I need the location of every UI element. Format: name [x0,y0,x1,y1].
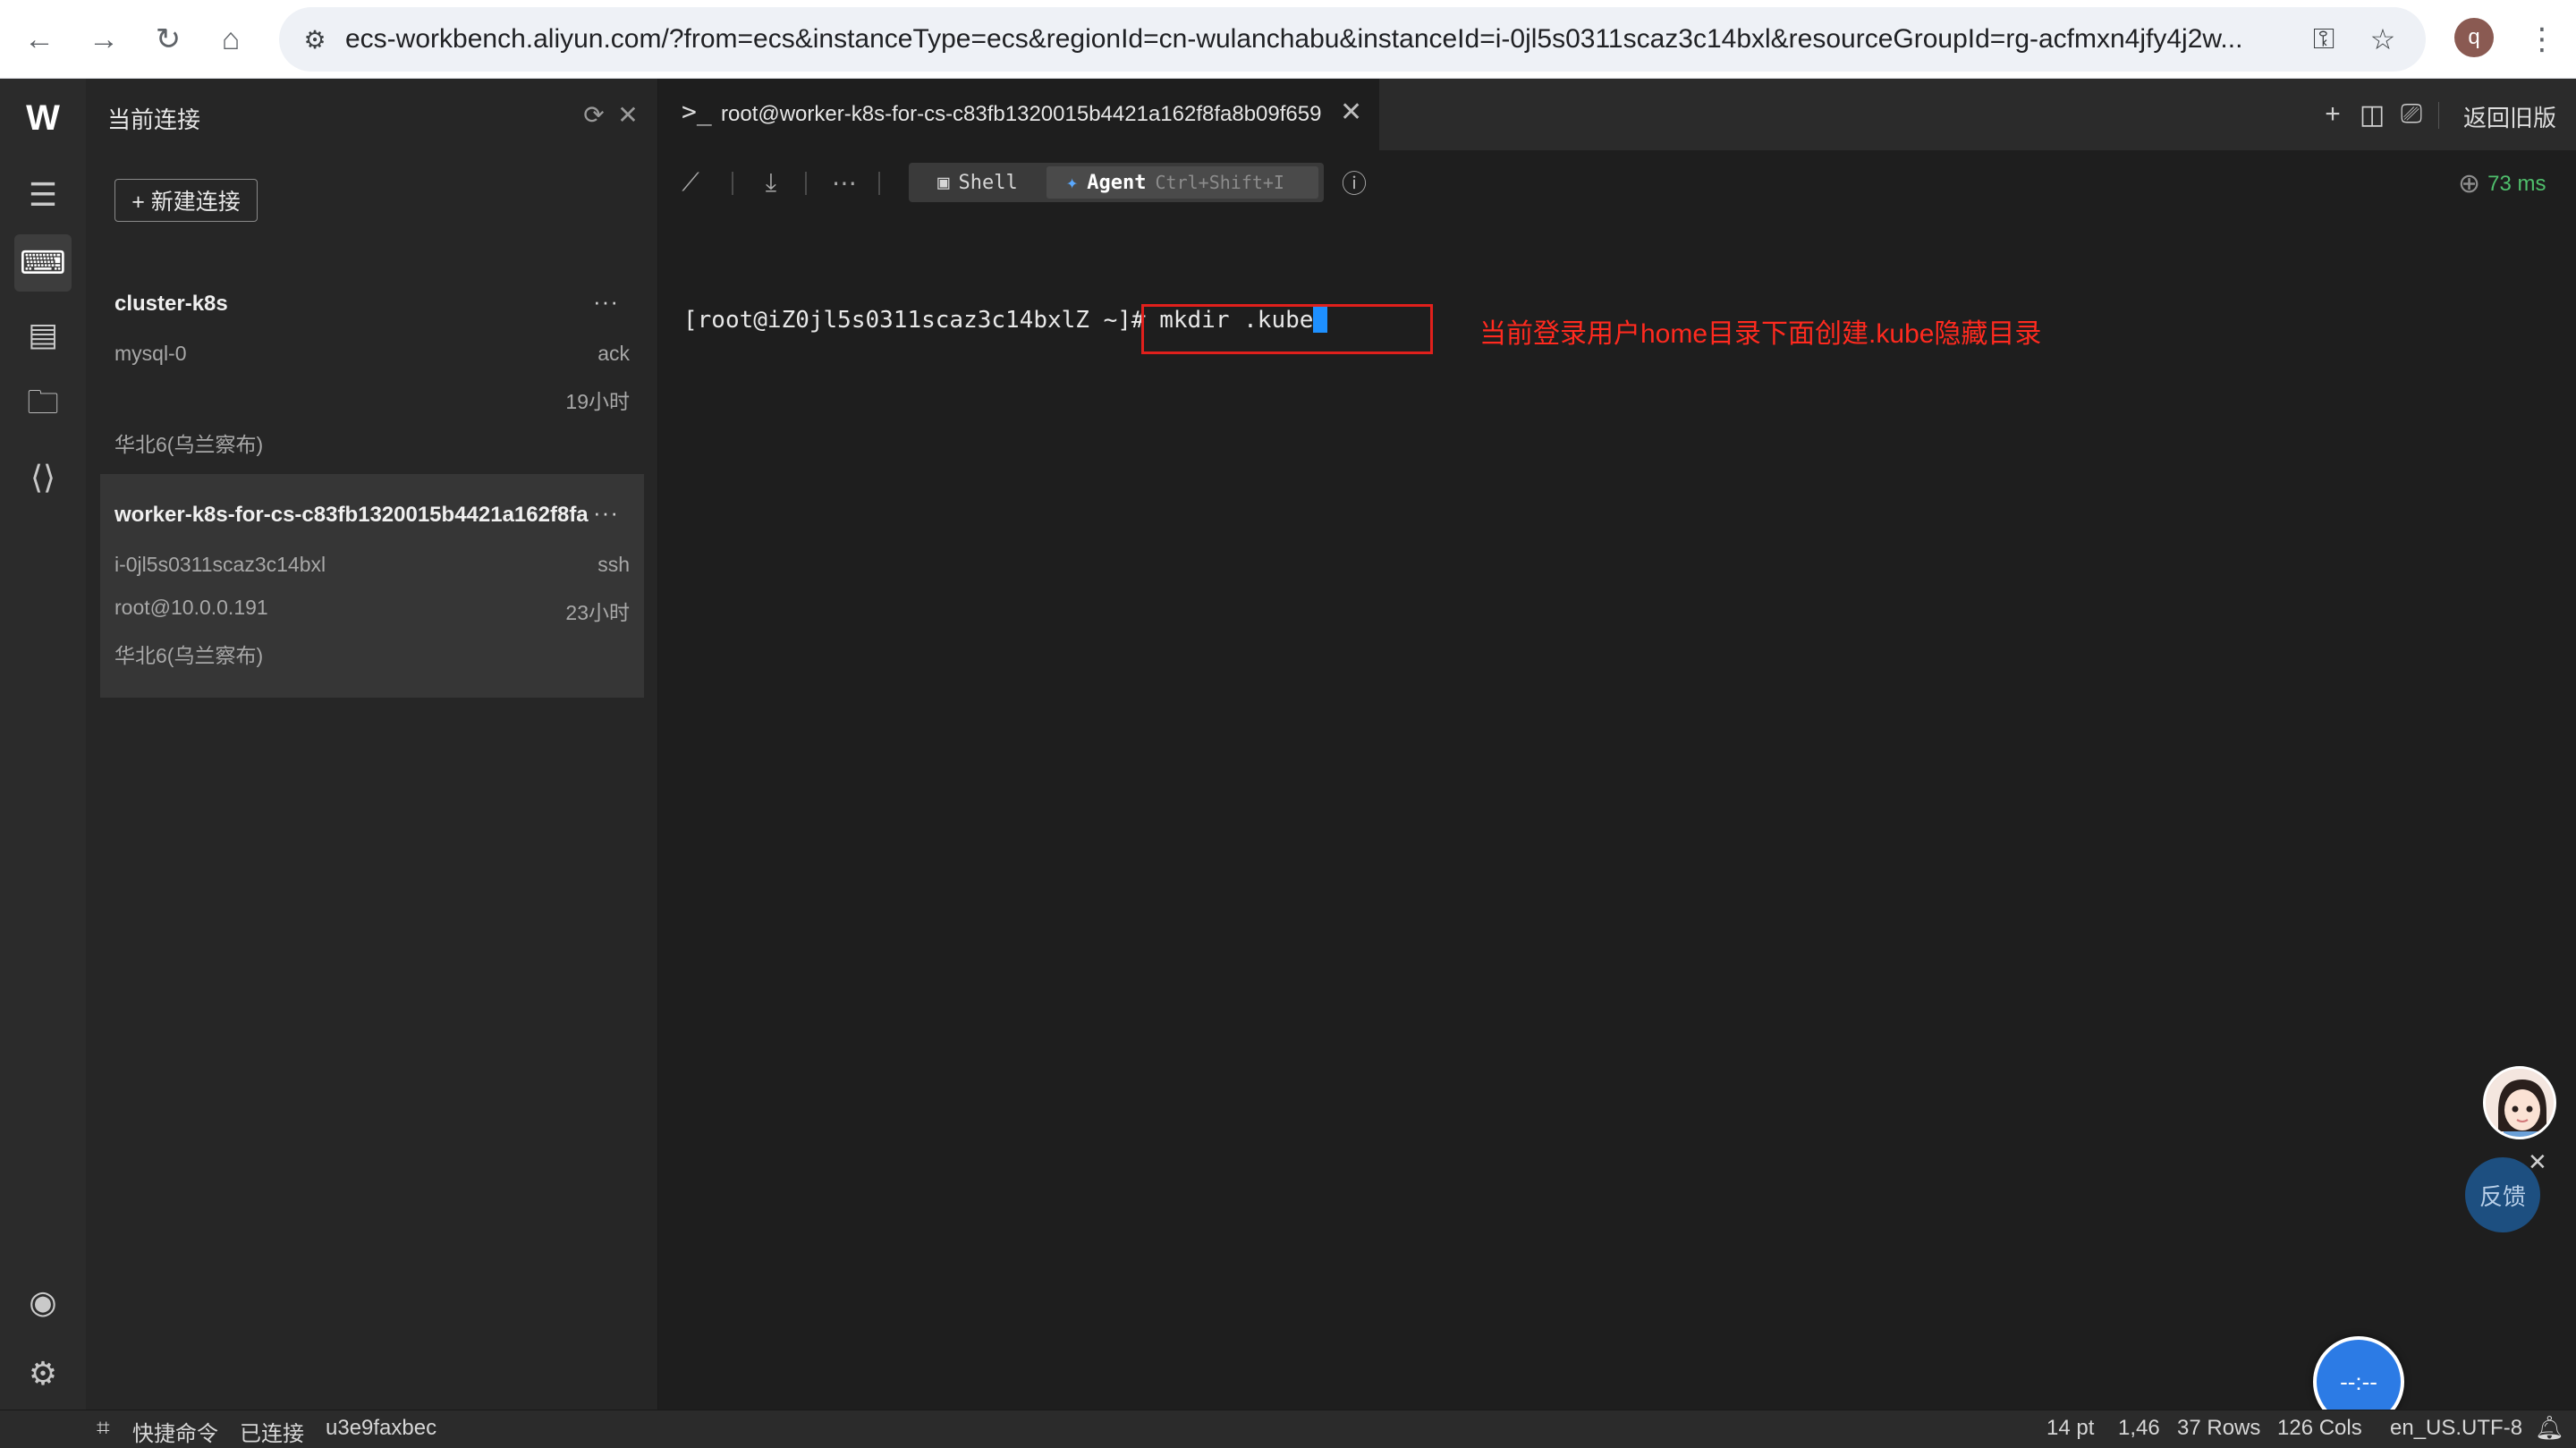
add-tab-icon[interactable]: + [2313,95,2352,134]
connection-user-ip: root@10.0.0.191 [114,596,268,619]
user-icon[interactable]: ◉ [14,1274,72,1331]
connection-name[interactable]: cluster-k8s [114,292,589,317]
tab-title[interactable]: root@worker-k8s-for-cs-c83fb1320015b4421… [721,102,1321,127]
agent-mode-button[interactable]: ✦ Agent Ctrl+Shift+I [1046,166,1318,199]
shell-mode-button[interactable]: ▣ Shell [909,163,1046,202]
connection-group-active[interactable]: worker-k8s-for-cs-c83fb1320015b4421a162f… [100,474,644,698]
instances-icon[interactable]: ▤ [14,306,72,363]
connection-region: 华北6(乌兰察布) [114,644,264,667]
code-icon[interactable]: ⟨⟩ [14,449,72,506]
connections-panel: 当前连接 ⟳ ✕ + 新建连接 cluster-k8s ··· mysql-0 … [86,79,658,1410]
menu-icon[interactable]: ☰ [14,166,72,224]
reload-icon[interactable]: ↻ [141,13,195,66]
profile-avatar[interactable]: q [2454,18,2494,57]
connection-status: 已连接 [240,1422,304,1446]
main-area: >_ root@worker-k8s-for-cs-c83fb1320015b4… [658,79,2576,1410]
home-icon[interactable]: ⌂ [204,13,258,66]
cursor-position: 1,46 [2118,1416,2160,1440]
terminal-icon[interactable]: ⌨ [14,234,72,292]
terminal-prompt-icon: >_ [682,97,712,126]
forward-icon[interactable]: → [77,13,131,66]
broadcast-icon[interactable]: ⎚ [2392,95,2431,134]
connection-region: 华北6(乌兰察布) [114,433,264,456]
connection-detail: mysql-0 [114,342,187,365]
annotation-text: 当前登录用户home目录下面创建.kube隐藏目录 [1479,319,2042,349]
quick-commands-button[interactable]: 快捷命令 [132,1416,218,1447]
quick-command-icon[interactable]: ⌗ [97,1414,110,1443]
agent-sparkle-icon: ✦ [1066,171,1079,194]
split-view-icon[interactable]: ◫ [2352,95,2392,134]
highlight-box [1141,304,1433,354]
terminal-toolbar: ⟋ ⤓ ⋯ ▣ Shell ✦ Agent Ctrl+Shift+I ⓘ ⊕ 7… [658,150,2576,215]
refresh-icon[interactable]: ⟳ [576,97,612,132]
terminal-output[interactable]: [root@iZ0jl5s0311scaz3c14bxlZ ~]# mkdir … [658,215,2576,1410]
browser-chrome: ← → ↻ ⌂ ⚙ ecs-workbench.aliyun.com/?from… [0,0,2576,79]
divider [732,172,733,195]
notification-bell-icon[interactable]: 🔔︎ [2535,1414,2564,1442]
globe-icon: ⊕ [2458,169,2481,199]
mode-toggle: ▣ Shell ✦ Agent Ctrl+Shift+I [909,163,1324,202]
locale[interactable]: en_US.UTF-8 [2390,1416,2522,1441]
latency-indicator: ⊕ 73 ms [2458,168,2546,199]
key-icon[interactable]: ⚿ [2304,20,2343,59]
more-icon[interactable]: ⋯ [825,163,864,202]
more-options-icon[interactable]: ··· [593,288,619,316]
latency-value: 73 ms [2487,171,2546,196]
monitor-chart-icon[interactable]: ⟋ [671,163,710,202]
browser-menu-icon[interactable]: ⋮ [2522,13,2562,66]
tab-bar: >_ root@worker-k8s-for-cs-c83fb1320015b4… [658,79,2576,150]
divider [805,172,807,195]
back-icon[interactable]: ← [13,13,66,66]
terminal-prompt: [root@iZ0jl5s0311scaz3c14bxlZ ~]# [683,307,1160,334]
connection-type: ack [597,342,630,365]
panel-title: 当前连接 [107,106,201,133]
new-connection-button[interactable]: + 新建连接 [114,179,258,222]
instance-id: i-0jl5s0311scaz3c14bxl [114,553,326,576]
assistant-avatar[interactable] [2483,1066,2556,1139]
help-icon[interactable]: ⓘ [1335,163,1374,202]
shell-label: Shell [958,171,1018,194]
session-id: u3e9faxbec [326,1416,437,1440]
more-options-icon[interactable]: ··· [593,499,619,527]
bookmark-star-icon[interactable]: ☆ [2363,20,2402,59]
close-feedback-icon[interactable]: ✕ [2528,1148,2547,1176]
close-panel-icon[interactable]: ✕ [610,97,646,132]
connection-name[interactable]: worker-k8s-for-cs-c83fb1320015b4421a162f… [114,503,589,528]
agent-label: Agent [1087,171,1147,194]
connection-time: 19小时 [565,390,630,413]
rows-count: 37 Rows [2177,1416,2261,1440]
download-icon[interactable]: ⤓ [751,163,791,202]
agent-shortcut: Ctrl+Shift+I [1155,172,1284,193]
url-text[interactable]: ecs-workbench.aliyun.com/?from=ecs&insta… [345,7,2313,72]
connection-time: 23小时 [565,601,630,624]
cols-count: 126 Cols [2277,1416,2362,1440]
status-bar: ⌗ 快捷命令 已连接 u3e9faxbec 14 pt 1,46 37 Rows… [0,1410,2576,1448]
icon-rail: W ☰ ⌨ ▤ 🗀 ⟨⟩ ◉ ⚙ [0,79,86,1410]
tab-terminal[interactable]: >_ root@worker-k8s-for-cs-c83fb1320015b4… [658,79,1379,150]
shell-icon: ▣ [937,171,950,194]
divider [2438,102,2439,129]
site-settings-icon[interactable]: ⚙ [295,20,335,59]
folder-icon[interactable]: 🗀 [14,377,72,435]
address-bar[interactable]: ⚙ ecs-workbench.aliyun.com/?from=ecs&ins… [279,7,2426,72]
return-old-version-link[interactable]: 返回旧版 [2463,100,2556,133]
settings-gear-icon[interactable]: ⚙ [14,1345,72,1402]
workbench-logo: W [26,98,60,138]
close-tab-icon[interactable]: ✕ [1340,97,1362,128]
connection-type: ssh [597,553,630,576]
connection-group[interactable]: cluster-k8s ··· mysql-0 ack 19小时 华北6(乌兰察… [100,267,644,456]
font-size[interactable]: 14 pt [2046,1416,2094,1441]
divider [878,172,880,195]
